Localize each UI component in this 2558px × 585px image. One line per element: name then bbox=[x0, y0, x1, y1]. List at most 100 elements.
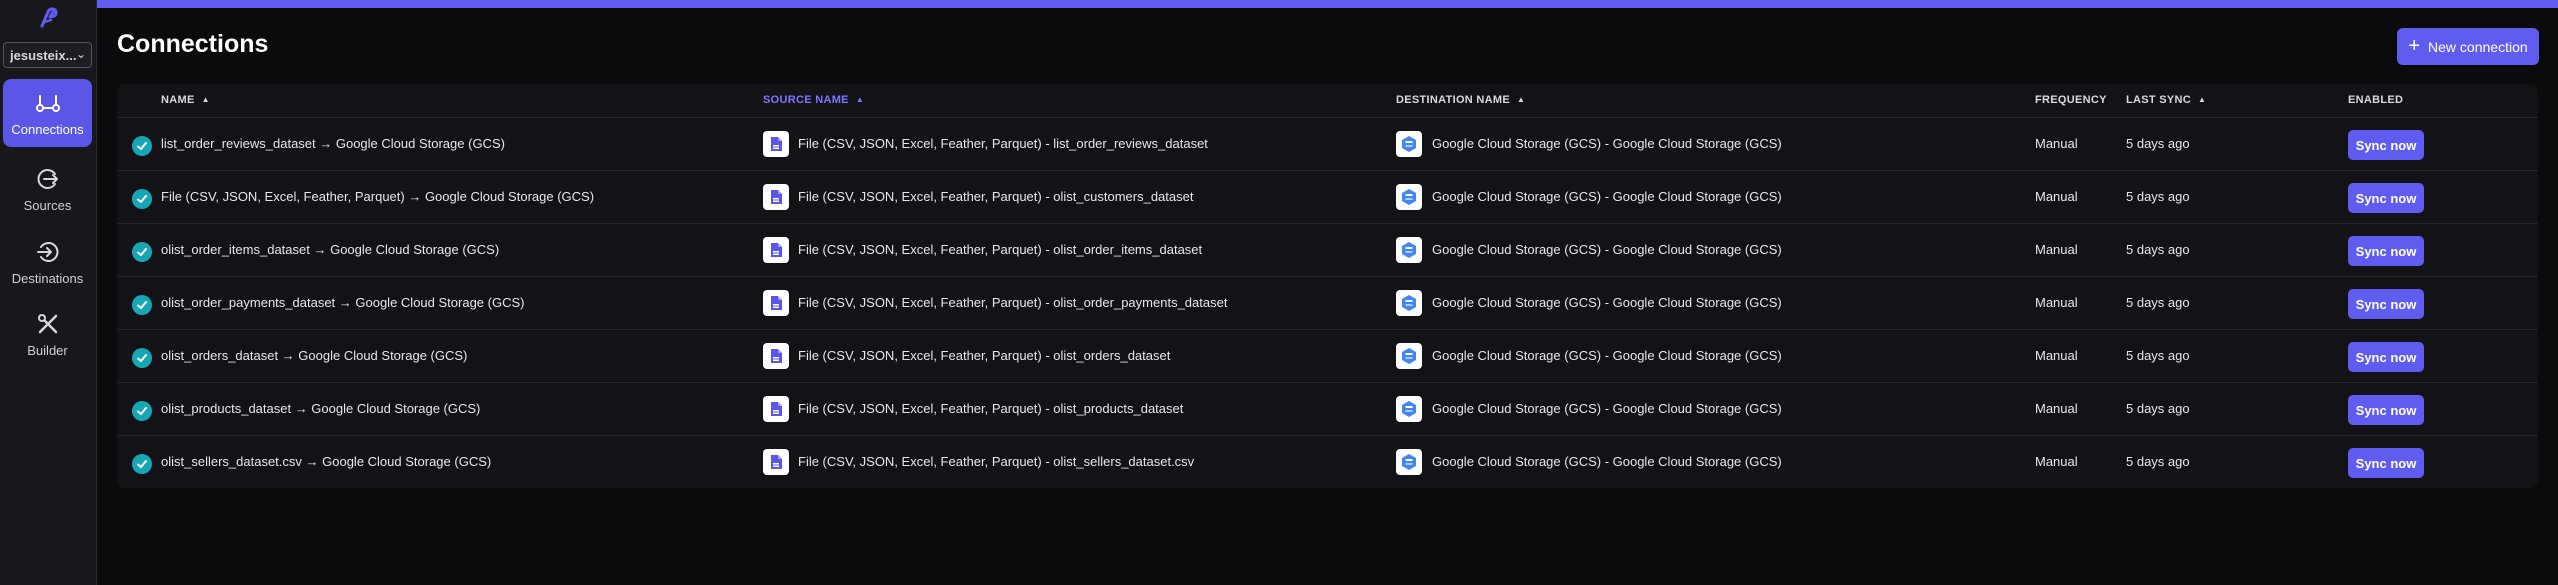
column-header-destination[interactable]: DESTINATION NAME ▲ bbox=[1396, 94, 1525, 106]
sidebar-item-label: Sources bbox=[23, 197, 72, 213]
airbyte-logo-icon[interactable] bbox=[32, 0, 64, 32]
destinations-icon bbox=[36, 241, 58, 262]
status-ok-icon bbox=[132, 454, 152, 474]
gcs-destination-icon bbox=[1396, 131, 1422, 157]
sidebar: jesusteix... ⌄ Connections Sources Desti… bbox=[0, 0, 97, 585]
frequency-value: Manual bbox=[2035, 136, 2078, 151]
gcs-destination-icon bbox=[1396, 184, 1422, 210]
chevron-down-icon: ⌄ bbox=[75, 47, 86, 61]
sort-up-icon: ▲ bbox=[855, 95, 865, 104]
gcs-destination-icon bbox=[1396, 449, 1422, 475]
source-name: File (CSV, JSON, Excel, Feather, Parquet… bbox=[798, 348, 1171, 363]
connection-name: olist_sellers_dataset.csv → Google Cloud… bbox=[161, 454, 492, 469]
last-sync-value: 5 days ago bbox=[2126, 242, 2190, 257]
column-header-source[interactable]: SOURCE NAME ▲ bbox=[763, 94, 864, 106]
frequency-value: Manual bbox=[2035, 454, 2078, 469]
source-name: File (CSV, JSON, Excel, Feather, Parquet… bbox=[798, 189, 1194, 204]
table-row[interactable]: olist_products_dataset → Google Cloud St… bbox=[117, 382, 2538, 435]
sidebar-item-label: Connections bbox=[11, 121, 84, 137]
table-row[interactable]: olist_order_items_dataset → Google Cloud… bbox=[117, 223, 2538, 276]
sidebar-item-label: Builder bbox=[27, 342, 68, 358]
destination-name: Google Cloud Storage (GCS) - Google Clou… bbox=[1432, 136, 1782, 151]
sync-now-button[interactable]: Sync now bbox=[2348, 183, 2424, 213]
connections-table: NAME ▲ SOURCE NAME ▲ DESTINATION NAME ▲ FRE… bbox=[117, 84, 2538, 488]
sort-up-icon: ▲ bbox=[1516, 95, 1526, 104]
status-ok-icon bbox=[132, 136, 152, 156]
new-connection-label: New connection bbox=[2428, 38, 2528, 55]
file-source-icon bbox=[763, 343, 789, 369]
last-sync-value: 5 days ago bbox=[2126, 136, 2190, 151]
column-header-name[interactable]: NAME ▲ bbox=[161, 94, 210, 106]
sync-now-button[interactable]: Sync now bbox=[2348, 448, 2424, 478]
sidebar-item-sources[interactable]: Sources bbox=[3, 155, 92, 223]
table-row[interactable]: list_order_reviews_dataset → Google Clou… bbox=[117, 117, 2538, 170]
destination-name: Google Cloud Storage (GCS) - Google Clou… bbox=[1432, 401, 1782, 416]
sources-icon bbox=[37, 168, 58, 189]
source-name: File (CSV, JSON, Excel, Feather, Parquet… bbox=[798, 454, 1195, 469]
connection-name: olist_products_dataset → Google Cloud St… bbox=[161, 401, 481, 416]
last-sync-value: 5 days ago bbox=[2126, 348, 2190, 363]
source-name: File (CSV, JSON, Excel, Feather, Parquet… bbox=[798, 242, 1203, 257]
table-row[interactable]: File (CSV, JSON, Excel, Feather, Parquet… bbox=[117, 170, 2538, 223]
last-sync-value: 5 days ago bbox=[2126, 454, 2190, 469]
file-source-icon bbox=[763, 184, 789, 210]
status-ok-icon bbox=[132, 242, 152, 262]
connection-name: olist_order_payments_dataset → Google Cl… bbox=[161, 295, 525, 310]
table-row[interactable]: olist_order_payments_dataset → Google Cl… bbox=[117, 276, 2538, 329]
file-source-icon bbox=[763, 449, 789, 475]
file-source-icon bbox=[763, 290, 789, 316]
builder-icon bbox=[37, 313, 57, 333]
sync-now-button[interactable]: Sync now bbox=[2348, 236, 2424, 266]
destination-name: Google Cloud Storage (GCS) - Google Clou… bbox=[1432, 295, 1782, 310]
new-connection-button[interactable]: + New connection bbox=[2397, 28, 2539, 65]
destination-name: Google Cloud Storage (GCS) - Google Clou… bbox=[1432, 348, 1782, 363]
last-sync-value: 5 days ago bbox=[2126, 295, 2190, 310]
gcs-destination-icon bbox=[1396, 237, 1422, 263]
connection-name: list_order_reviews_dataset → Google Clou… bbox=[161, 136, 505, 151]
sync-now-button[interactable]: Sync now bbox=[2348, 395, 2424, 425]
sort-up-icon: ▲ bbox=[2198, 95, 2207, 104]
top-banner bbox=[97, 0, 2558, 8]
frequency-value: Manual bbox=[2035, 295, 2078, 310]
frequency-value: Manual bbox=[2035, 348, 2078, 363]
connection-name: File (CSV, JSON, Excel, Feather, Parquet… bbox=[161, 189, 595, 204]
sidebar-item-builder[interactable]: Builder bbox=[3, 300, 92, 368]
sidebar-item-connections[interactable]: Connections bbox=[3, 79, 92, 147]
last-sync-value: 5 days ago bbox=[2126, 401, 2190, 416]
status-ok-icon bbox=[132, 348, 152, 368]
source-name: File (CSV, JSON, Excel, Feather, Parquet… bbox=[798, 295, 1228, 310]
source-name: File (CSV, JSON, Excel, Feather, Parquet… bbox=[798, 136, 1208, 151]
sync-now-button[interactable]: Sync now bbox=[2348, 342, 2424, 372]
file-source-icon bbox=[763, 396, 789, 422]
frequency-value: Manual bbox=[2035, 401, 2078, 416]
table-row[interactable]: olist_orders_dataset → Google Cloud Stor… bbox=[117, 329, 2538, 382]
column-header-last-sync[interactable]: LAST SYNC ▲ bbox=[2126, 94, 2206, 106]
status-ok-icon bbox=[132, 295, 152, 315]
gcs-destination-icon bbox=[1396, 290, 1422, 316]
connection-name: olist_orders_dataset → Google Cloud Stor… bbox=[161, 348, 468, 363]
column-header-frequency[interactable]: FREQUENCY bbox=[2035, 94, 2107, 106]
table-header: NAME ▲ SOURCE NAME ▲ DESTINATION NAME ▲ FRE… bbox=[117, 84, 2538, 117]
destination-name: Google Cloud Storage (GCS) - Google Clou… bbox=[1432, 454, 1782, 469]
frequency-value: Manual bbox=[2035, 242, 2078, 257]
sync-now-button[interactable]: Sync now bbox=[2348, 289, 2424, 319]
file-source-icon bbox=[763, 131, 789, 157]
plus-icon: + bbox=[2408, 34, 2421, 57]
file-source-icon bbox=[763, 237, 789, 263]
workspace-selector[interactable]: jesusteix... ⌄ bbox=[3, 42, 92, 68]
connection-name: olist_order_items_dataset → Google Cloud… bbox=[161, 242, 500, 257]
sidebar-item-destinations[interactable]: Destinations bbox=[3, 228, 92, 296]
connections-icon bbox=[35, 94, 60, 112]
page-title: Connections bbox=[117, 30, 269, 58]
status-ok-icon bbox=[132, 189, 152, 209]
destination-name: Google Cloud Storage (GCS) - Google Clou… bbox=[1432, 242, 1782, 257]
column-header-enabled[interactable]: ENABLED bbox=[2348, 94, 2403, 106]
table-row[interactable]: olist_sellers_dataset.csv → Google Cloud… bbox=[117, 435, 2538, 488]
workspace-name: jesusteix... bbox=[10, 47, 77, 63]
destination-name: Google Cloud Storage (GCS) - Google Clou… bbox=[1432, 189, 1782, 204]
source-name: File (CSV, JSON, Excel, Feather, Parquet… bbox=[798, 401, 1184, 416]
sort-up-icon: ▲ bbox=[201, 95, 210, 104]
status-ok-icon bbox=[132, 401, 152, 421]
sync-now-button[interactable]: Sync now bbox=[2348, 130, 2424, 160]
sidebar-item-label: Destinations bbox=[11, 270, 84, 286]
